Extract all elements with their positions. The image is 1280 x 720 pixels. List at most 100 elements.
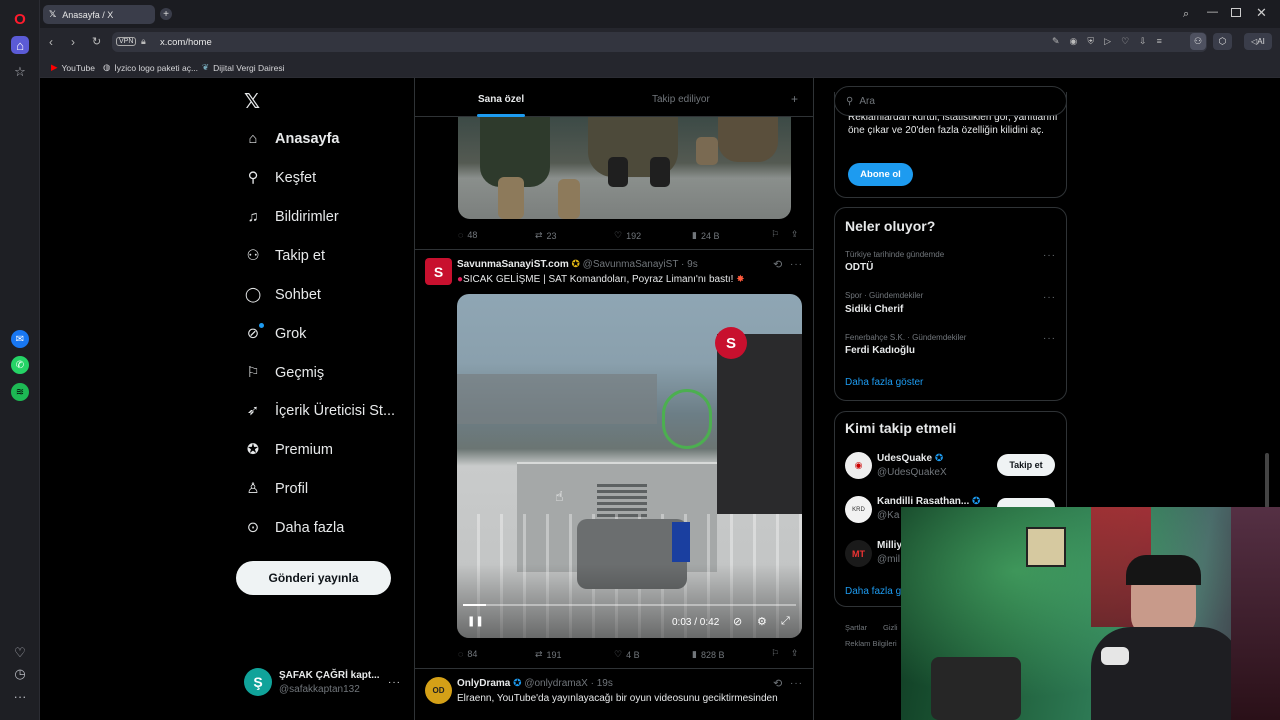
post-button[interactable]: Gönderi yayınla <box>236 561 391 595</box>
trend-menu-icon[interactable]: ··· <box>1043 250 1056 261</box>
mute-icon[interactable]: ⊘ <box>733 615 742 628</box>
trend-menu-icon[interactable]: ··· <box>1043 292 1056 303</box>
search-input[interactable]: ⚲ Ara <box>834 86 1067 116</box>
search-tabs-icon[interactable]: ⌕ <box>1183 8 1189 21</box>
home-icon[interactable]: ⌂ <box>11 36 29 54</box>
nav-chat[interactable]: ◯ Sohbet <box>244 286 321 304</box>
avatar[interactable]: Ş <box>244 668 272 696</box>
avatar[interactable]: ◉ <box>845 452 872 479</box>
share-button[interactable]: ⇪ <box>791 648 799 659</box>
nav-follow[interactable]: ⚇ Takip et <box>244 247 325 265</box>
grok-post-icon[interactable]: ⟲ <box>773 677 782 690</box>
follow-button[interactable] <box>997 498 1055 507</box>
nav-creator-studio[interactable]: ➶ İçerik Üreticisi St... <box>244 402 395 420</box>
trend-item[interactable]: Ferdi Kadıoğlu <box>845 345 915 356</box>
repost-button[interactable]: ⇄ 191 <box>535 649 562 660</box>
nav-explore[interactable]: ⚲ Keşfet <box>244 169 316 187</box>
suggestion-name[interactable]: Kandilli Rasathan... ✪ <box>877 496 980 507</box>
x-logo-icon[interactable]: 𝕏 <box>244 89 260 114</box>
author-name[interactable]: SavunmaSanayiST.com <box>457 259 569 270</box>
nav-more[interactable]: ⊙ Daha fazla <box>244 519 344 537</box>
lock-icon[interactable]: 🔒︎ <box>141 36 146 47</box>
forward-icon[interactable]: › <box>71 35 75 49</box>
history-icon[interactable]: ◷ <box>11 665 29 683</box>
author-name[interactable]: OnlyDrama <box>457 678 510 689</box>
account-menu-icon[interactable]: ··· <box>388 677 401 688</box>
url-text[interactable]: x.com/home <box>160 37 212 48</box>
ai-button[interactable]: ◁ AI <box>1244 33 1272 50</box>
nav-home[interactable]: ⌂ Anasayfa <box>244 130 340 148</box>
footer-link[interactable]: Şartlar <box>845 623 867 632</box>
more-icon[interactable]: ··· <box>11 687 29 705</box>
reply-button[interactable]: ◌ 84 <box>458 649 477 659</box>
suggestion-name[interactable]: Milliy <box>877 540 902 551</box>
share-button[interactable]: ⇪ <box>791 229 799 240</box>
settings-icon[interactable]: ⚙ <box>757 615 767 628</box>
profile-icon[interactable]: ⚇ <box>1190 33 1206 50</box>
messenger-icon[interactable]: ✉ <box>11 330 29 348</box>
whatsapp-icon[interactable]: ✆ <box>11 356 29 374</box>
bookmark-button[interactable]: ⚐ <box>771 229 779 240</box>
nav-history[interactable]: ⚐ Geçmiş <box>244 364 325 382</box>
nav-profile[interactable]: ♙ Profil <box>244 480 309 498</box>
nav-notifications[interactable]: ♫ Bildirimler <box>244 208 339 226</box>
reload-icon[interactable]: ↻ <box>92 35 101 48</box>
avatar[interactable]: KRD <box>845 496 872 523</box>
views-button[interactable]: ▮ 828 B <box>692 649 724 660</box>
maximize-icon[interactable] <box>1231 8 1241 17</box>
trend-menu-icon[interactable]: ··· <box>1043 333 1056 344</box>
bookmark-vergi[interactable]: ❦ Dijital Vergi Dairesi <box>202 62 284 73</box>
grok-post-icon[interactable]: ⟲ <box>773 258 782 271</box>
star-icon[interactable]: ☆ <box>11 63 29 81</box>
account-name[interactable]: ŞAFAK ÇAĞRİ kapt... <box>279 670 380 681</box>
opera-logo-icon[interactable]: O <box>11 10 29 28</box>
tab-x-home[interactable]: 𝕏 Anasayfa / X <box>43 5 155 24</box>
pause-icon[interactable]: ❚❚ <box>467 616 484 627</box>
extension-icon[interactable]: ⬡ <box>1213 33 1232 50</box>
bookmark-youtube[interactable]: ▶ YouTube <box>51 62 95 73</box>
footer-link[interactable]: Reklam Bilgileri <box>845 639 897 648</box>
avatar[interactable]: OD <box>425 677 452 704</box>
like-button[interactable]: ♡ 4 B <box>614 649 640 660</box>
back-icon[interactable]: ‹ <box>49 35 53 49</box>
tab-for-you[interactable]: Sana özel <box>478 94 524 105</box>
heart-icon[interactable]: ♡ <box>11 644 29 662</box>
post-menu-icon[interactable]: ··· <box>790 259 803 270</box>
reply-button[interactable]: ◌ 48 <box>458 230 477 240</box>
address-toolbar-icons[interactable]: ✎◉⛨▷♡⇩≡ <box>1052 36 1172 47</box>
close-icon[interactable]: ✕ <box>1256 5 1267 21</box>
post-time[interactable]: · 19s <box>591 678 613 689</box>
repost-button[interactable]: ⇄ 23 <box>535 230 557 241</box>
avatar[interactable]: S <box>425 258 452 285</box>
author-handle[interactable]: @SavunmaSanayiST <box>583 259 679 270</box>
account-handle[interactable]: @safakkaptan132 <box>279 684 360 695</box>
nav-premium[interactable]: ✪ Premium <box>244 441 333 459</box>
author-handle[interactable]: @onlydramaX <box>524 678 588 689</box>
trend-item[interactable]: ODTÜ <box>845 262 873 273</box>
nav-grok[interactable]: ⊘ Grok <box>244 325 307 343</box>
fullscreen-icon[interactable]: ⤢ <box>781 615 790 628</box>
follow-button[interactable]: Takip et <box>997 454 1055 476</box>
video-progress-track[interactable] <box>463 604 796 606</box>
avatar[interactable]: MT <box>845 540 872 567</box>
minimize-icon[interactable]: — <box>1207 6 1218 18</box>
bookmark-iyzico[interactable]: ◍ İyzico logo paketi aç... <box>103 62 198 73</box>
like-button[interactable]: ♡ 192 <box>614 230 641 241</box>
bookmark-button[interactable]: ⚐ <box>771 648 779 659</box>
post-menu-icon[interactable]: ··· <box>790 678 803 689</box>
views-button[interactable]: ▮ 24 B <box>692 230 719 241</box>
trend-item[interactable]: Sidiki Cherif <box>845 304 903 315</box>
post-video[interactable]: S ❚❚ 0:03 / 0:42 ⊘ ⚙ ⤢ <box>457 294 802 638</box>
show-more-link[interactable]: Daha fazla göster <box>845 377 923 388</box>
new-tab-button[interactable]: + <box>160 8 172 20</box>
vpn-badge[interactable]: VPN <box>116 37 137 46</box>
footer-link[interactable]: Gizli <box>883 623 898 632</box>
post-time[interactable]: · 9s <box>681 259 698 270</box>
suggestion-name[interactable]: UdesQuake ✪ <box>877 453 943 464</box>
page-scrollbar[interactable] <box>1265 453 1269 508</box>
tab-following[interactable]: Takip ediliyor <box>652 94 710 105</box>
post-image[interactable] <box>458 117 791 219</box>
show-more-link[interactable]: Daha fazla g <box>845 586 901 597</box>
spotify-icon[interactable]: ≋ <box>11 383 29 401</box>
subscribe-button[interactable]: Abone ol <box>848 163 913 186</box>
